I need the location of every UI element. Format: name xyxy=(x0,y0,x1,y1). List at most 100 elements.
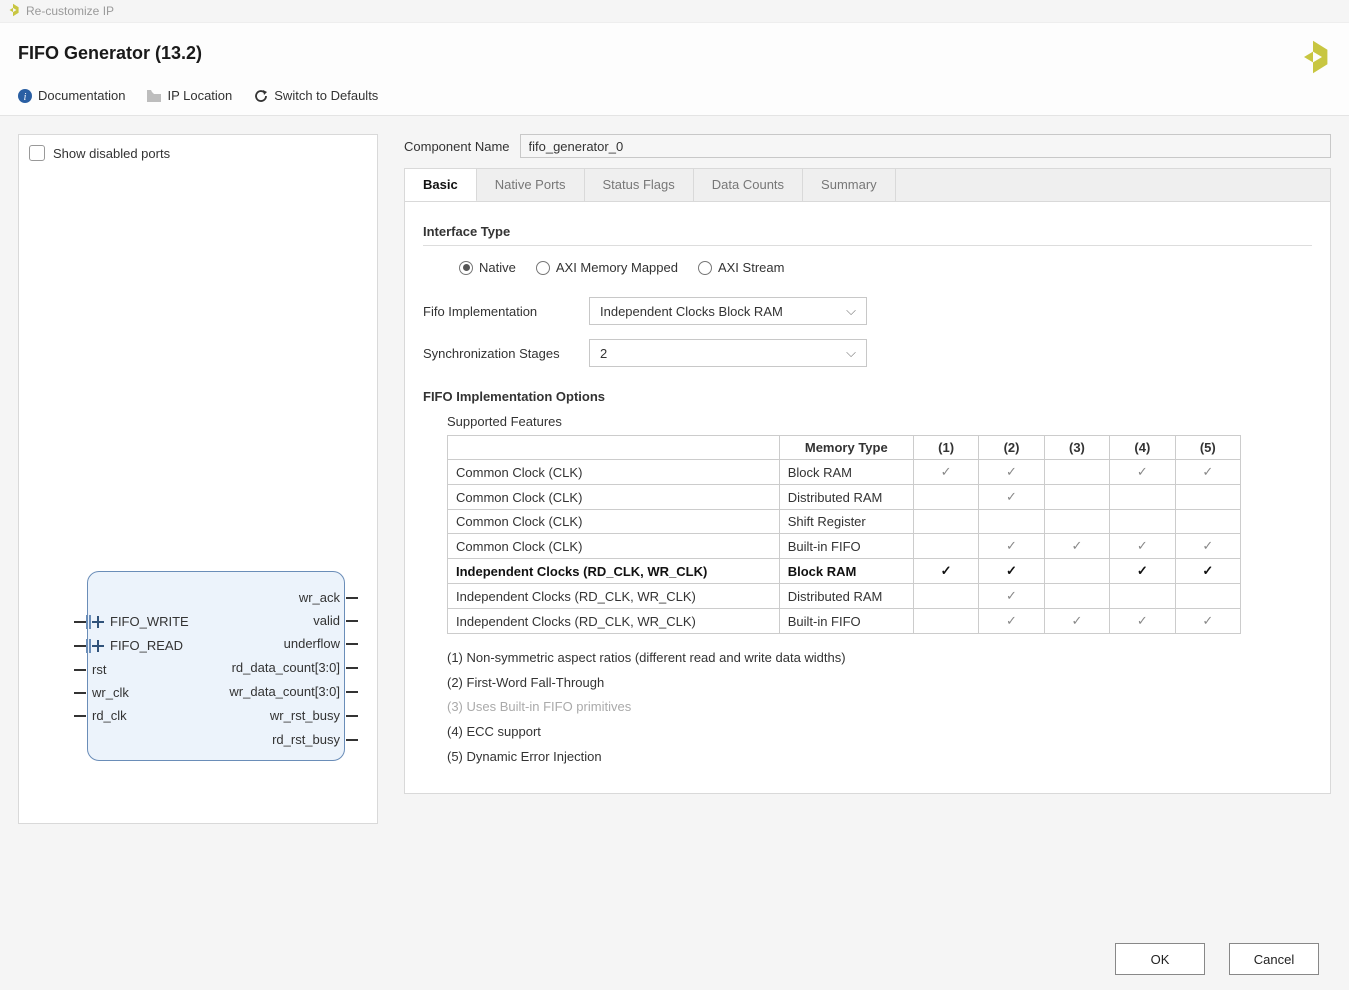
info-icon: i xyxy=(18,89,32,103)
check-cell xyxy=(913,534,978,559)
tabs: Basic Native Ports Status Flags Data Cou… xyxy=(404,168,1331,201)
ip-location-link[interactable]: IP Location xyxy=(147,88,232,103)
interface-type-axi-mm[interactable]: AXI Memory Mapped xyxy=(536,260,678,275)
port-label: underflow xyxy=(168,636,346,651)
component-name-label: Component Name xyxy=(404,139,510,154)
check-cell: ✓ xyxy=(913,559,978,584)
ip-location-label: IP Location xyxy=(167,88,232,103)
legend-item: (4) ECC support xyxy=(447,720,1312,745)
check-cell xyxy=(913,584,978,609)
check-cell: ✓ xyxy=(979,559,1044,584)
component-name-input[interactable] xyxy=(520,134,1332,158)
table-header: (2) xyxy=(979,436,1044,460)
documentation-label: Documentation xyxy=(38,88,125,103)
legend: (1) Non-symmetric aspect ratios (differe… xyxy=(447,646,1312,769)
sync-stages-select[interactable]: 2 ⌵ xyxy=(589,339,867,367)
titlebar: Re-customize IP › xyxy=(0,0,1349,23)
port-label: wr_rst_busy xyxy=(168,708,346,723)
check-cell xyxy=(1110,584,1175,609)
table-row: Independent Clocks (RD_CLK, WR_CLK)Block… xyxy=(448,559,1241,584)
cancel-button[interactable]: Cancel xyxy=(1229,943,1319,975)
documentation-link[interactable]: i Documentation xyxy=(18,88,125,103)
check-cell: ✓ xyxy=(1110,609,1175,634)
check-cell xyxy=(1044,460,1109,485)
check-cell: ✓ xyxy=(1044,609,1109,634)
supported-features-table: Memory Type (1) (2) (3) (4) (5) Common C… xyxy=(447,435,1241,634)
check-cell xyxy=(913,609,978,634)
table-row: Common Clock (CLK)Shift Register xyxy=(448,510,1241,534)
tab-body-basic: Interface Type Native AXI Memory Mapped … xyxy=(404,201,1331,794)
table-row: Independent Clocks (RD_CLK, WR_CLK)Distr… xyxy=(448,584,1241,609)
chevron-down-icon: ⌵ xyxy=(846,303,856,319)
check-cell xyxy=(1175,485,1240,510)
tab-basic[interactable]: Basic xyxy=(405,169,477,202)
app-logo-small-icon xyxy=(6,3,20,20)
tab-native-ports[interactable]: Native Ports xyxy=(477,169,585,201)
table-row: Common Clock (CLK)Block RAM✓✓✓✓ xyxy=(448,460,1241,485)
ip-preview-panel: Show disabled ports FIFO_WRITE FIFO_READ… xyxy=(18,134,378,824)
clock-cell: Common Clock (CLK) xyxy=(448,510,780,534)
memory-cell: Block RAM xyxy=(779,559,913,584)
clock-cell: Common Clock (CLK) xyxy=(448,485,780,510)
check-cell: ✓ xyxy=(1175,460,1240,485)
radio-icon xyxy=(698,261,712,275)
check-cell xyxy=(1175,510,1240,534)
port-label: rd_rst_busy xyxy=(168,732,346,747)
check-cell: ✓ xyxy=(1175,559,1240,584)
sync-stages-label: Synchronization Stages xyxy=(423,346,571,361)
table-header: (1) xyxy=(913,436,978,460)
ip-block-symbol: FIFO_WRITE FIFO_READ rst wr_clk rd_clk w… xyxy=(87,571,345,761)
interface-type-native[interactable]: Native xyxy=(459,260,516,275)
interface-type-axi-stream[interactable]: AXI Stream xyxy=(698,260,784,275)
radio-icon xyxy=(536,261,550,275)
port-label: rd_clk xyxy=(86,708,133,723)
legend-item: (2) First-Word Fall-Through xyxy=(447,671,1312,696)
checkbox-icon xyxy=(29,145,45,161)
ok-button[interactable]: OK xyxy=(1115,943,1205,975)
switch-defaults-label: Switch to Defaults xyxy=(274,88,378,103)
switch-defaults-link[interactable]: Switch to Defaults xyxy=(254,88,378,103)
check-cell xyxy=(1110,510,1175,534)
check-cell xyxy=(1044,559,1109,584)
table-header: (4) xyxy=(1110,436,1175,460)
radio-label: AXI Memory Mapped xyxy=(556,260,678,275)
header: FIFO Generator (13.2) i Documentation IP… xyxy=(0,23,1349,116)
show-disabled-ports-label: Show disabled ports xyxy=(53,146,170,161)
memory-cell: Block RAM xyxy=(779,460,913,485)
check-cell xyxy=(913,510,978,534)
check-cell xyxy=(913,485,978,510)
table-row: Common Clock (CLK)Distributed RAM ✓ xyxy=(448,485,1241,510)
check-cell: ✓ xyxy=(979,485,1044,510)
legend-item: (3) Uses Built-in FIFO primitives xyxy=(447,695,1312,720)
port-label: wr_data_count[3:0] xyxy=(168,684,346,699)
check-cell: ✓ xyxy=(913,460,978,485)
fifo-implementation-select[interactable]: Independent Clocks Block RAM ⌵ xyxy=(589,297,867,325)
clock-cell: Independent Clocks (RD_CLK, WR_CLK) xyxy=(448,559,780,584)
select-value: Independent Clocks Block RAM xyxy=(600,304,783,319)
table-row: Common Clock (CLK)Built-in FIFO✓✓✓✓ xyxy=(448,534,1241,559)
port-label: wr_clk xyxy=(86,685,135,700)
table-row: Independent Clocks (RD_CLK, WR_CLK)Built… xyxy=(448,609,1241,634)
tab-data-counts[interactable]: Data Counts xyxy=(694,169,803,201)
show-disabled-ports-checkbox[interactable]: Show disabled ports xyxy=(29,145,367,161)
check-cell: ✓ xyxy=(1044,534,1109,559)
radio-label: AXI Stream xyxy=(718,260,784,275)
memory-cell: Distributed RAM xyxy=(779,584,913,609)
check-cell: ✓ xyxy=(1175,534,1240,559)
check-cell xyxy=(1110,485,1175,510)
check-cell: ✓ xyxy=(979,460,1044,485)
window-title: Re-customize IP xyxy=(26,4,114,18)
table-header xyxy=(448,436,780,460)
tab-status-flags[interactable]: Status Flags xyxy=(585,169,694,201)
memory-cell: Built-in FIFO xyxy=(779,609,913,634)
interface-type-title: Interface Type xyxy=(423,224,1312,246)
app-logo-icon xyxy=(1295,39,1331,78)
svg-text:i: i xyxy=(24,92,27,103)
supported-features-title: Supported Features xyxy=(447,414,1312,429)
check-cell xyxy=(1044,584,1109,609)
memory-cell: Distributed RAM xyxy=(779,485,913,510)
chevron-down-icon: ⌵ xyxy=(846,345,856,361)
radio-label: Native xyxy=(479,260,516,275)
tab-summary[interactable]: Summary xyxy=(803,169,896,201)
clock-cell: Independent Clocks (RD_CLK, WR_CLK) xyxy=(448,609,780,634)
